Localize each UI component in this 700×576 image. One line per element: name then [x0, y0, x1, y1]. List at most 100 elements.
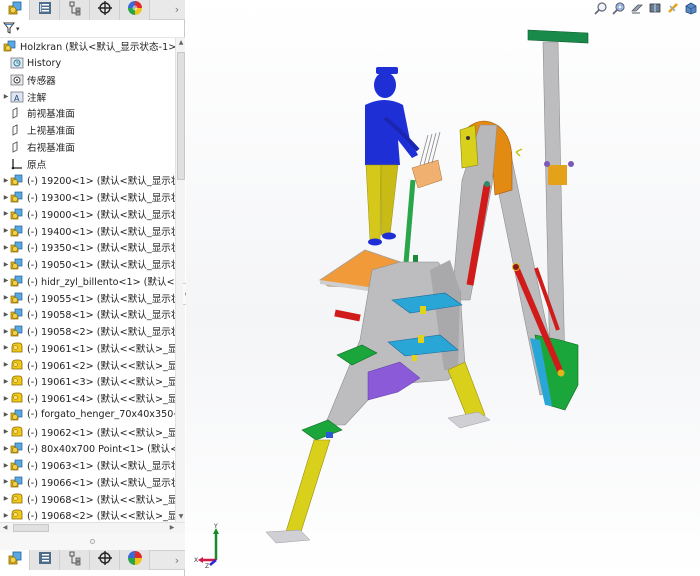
subassembly-icon [10, 324, 24, 338]
expand-arrow-icon[interactable]: ▶ [2, 328, 10, 335]
expand-arrow-icon[interactable]: ▶ [2, 210, 10, 217]
tree-root-item[interactable]: Holzkran (默认<默认_显示状态-1>) [0, 38, 175, 55]
tree-item-label: (-) hidr_zyl_billento<1> (默认<默 [27, 276, 175, 288]
expand-arrow-icon[interactable]: ▶ [2, 462, 10, 469]
expand-arrow-icon[interactable]: ▶ [2, 244, 10, 251]
subassembly-icon [10, 307, 24, 321]
expand-arrow-icon[interactable]: ▶ [2, 227, 10, 234]
expand-arrow-icon[interactable]: ▶ [2, 495, 10, 502]
tree-item[interactable]: ▶ (-) 19068<1> (默认<<默认>_显 [0, 490, 175, 507]
dimxpertmanager-tab[interactable] [90, 0, 120, 20]
tree-item-label: 右视基准面 [27, 142, 75, 154]
subassembly-icon [10, 408, 24, 422]
tree-item-label: 上视基准面 [27, 126, 75, 138]
tree-horizontal-scrollbar[interactable]: ◀ ▶ [0, 522, 185, 533]
subassembly-icon [10, 458, 24, 472]
tree-item[interactable]: ▶ (-) 19061<4> (默认<<默认>_显 [0, 390, 175, 407]
assembly-icon [3, 39, 17, 53]
horizontal-scroll-thumb[interactable] [13, 524, 49, 532]
tree-item-label: (-) 19058<1> (默认<默认_显示状 [27, 310, 175, 322]
tree-item[interactable]: ▶ (-) 19350<1> (默认<默认_显示状 [0, 239, 175, 256]
subassembly-icon [10, 224, 24, 238]
expand-arrow-icon[interactable]: ▶ [2, 361, 10, 368]
expand-arrow-icon[interactable]: ▶ [2, 311, 10, 318]
filter-icon[interactable] [2, 19, 16, 38]
tree-item-label: (-) 80x40x700 Point<1> (默认< [27, 444, 175, 456]
expand-arrow-icon[interactable]: ▶ [2, 428, 10, 435]
configurationmanager-tab-bottom[interactable] [60, 550, 90, 570]
tree-item[interactable]: 传感器 [0, 72, 175, 89]
expand-arrow-icon[interactable]: ▶ [2, 445, 10, 452]
assembly-model-holzkran[interactable] [186, 0, 700, 576]
tree-item[interactable]: ▶ (-) 19061<2> (默认<<默认>_显 [0, 356, 175, 373]
tree-item[interactable]: ▶ (-) 19061<1> (默认<<默认>_显 [0, 340, 175, 357]
tree-item[interactable]: ▶ (-) 19050<1> (默认<默认_显示状 [0, 256, 175, 273]
tree-item-label: (-) 19068<1> (默认<<默认>_显 [27, 494, 175, 506]
expand-arrow-icon[interactable]: ▶ [2, 378, 10, 385]
expand-arrow-icon[interactable]: ▶ [2, 277, 10, 284]
tree-item[interactable]: ▶ (-) 19063<1> (默认<默认_显示状 [0, 457, 175, 474]
tree-item[interactable]: ▶ (-) 19200<1> (默认<默认_显示状 [0, 172, 175, 189]
tree-item[interactable]: 前视基准面 [0, 105, 175, 122]
scroll-up-arrow[interactable]: ▲ [176, 38, 186, 48]
tree-item[interactable]: History [0, 55, 175, 72]
tree-item[interactable]: ▶ (-) 19061<3> (默认<<默认>_显 [0, 373, 175, 390]
tree-item-label: (-) 19068<2> (默认<<默认>_显 [27, 511, 175, 522]
filter-dropdown-caret[interactable]: ▾ [16, 25, 20, 33]
tree-item[interactable]: ▶ (-) hidr_zyl_billento<1> (默认<默 [0, 273, 175, 290]
tree-item-label: (-) 19050<1> (默认<默认_显示状 [27, 260, 175, 272]
tree-item[interactable]: ▶ A 注解 [0, 88, 175, 105]
propertymanager-tab[interactable] [30, 0, 60, 20]
tree-item[interactable]: ▶ (-) 19066<1> (默认<默认_显示状 [0, 474, 175, 491]
tree-item[interactable]: ▶ (-) 19000<1> (默认<默认_显示状 [0, 206, 175, 223]
subassembly-icon [10, 441, 24, 455]
dimxpertmanager-tab-bottom[interactable] [90, 550, 120, 570]
expand-arrow-icon[interactable]: ▶ [2, 512, 10, 519]
configurationmanager-tab[interactable] [60, 0, 90, 20]
tree-item[interactable]: ▶ (-) 19055<1> (默认<默认_显示状 [0, 289, 175, 306]
subassembly-icon [10, 257, 24, 271]
plane-icon [10, 106, 24, 120]
subassembly-icon [10, 475, 24, 489]
featuremanager-tab-bottom[interactable] [0, 550, 30, 570]
expand-arrow-icon[interactable]: ▶ [2, 411, 10, 418]
part-icon [10, 508, 24, 522]
expand-arrow-icon[interactable]: ▶ [2, 395, 10, 402]
expand-arrow-icon[interactable]: ▶ [2, 93, 10, 100]
tree-item[interactable]: ▶ (-) 80x40x700 Point<1> (默认< [0, 440, 175, 457]
panel-tab-bar-bottom: › [0, 550, 185, 570]
origin-icon [10, 157, 24, 171]
scroll-left-arrow[interactable]: ◀ [0, 523, 10, 533]
vertical-scroll-thumb[interactable] [177, 52, 185, 180]
propertymanager-tab-bottom[interactable] [30, 550, 60, 570]
tree-item-label: (-) 19061<3> (默认<<默认>_显 [27, 377, 175, 389]
tree-item[interactable]: 上视基准面 [0, 122, 175, 139]
tree-item[interactable]: ▶ (-) 19062<1> (默认<<默认>_显 [0, 423, 175, 440]
expand-arrow-icon[interactable]: ▶ [2, 344, 10, 351]
panel-splitter[interactable] [0, 533, 185, 550]
tree-vertical-scrollbar[interactable]: ▲ ▼ [175, 38, 185, 522]
more-tabs-button[interactable]: › [169, 3, 185, 16]
tree-item[interactable]: ▶ (-) forgato_henger_70x40x350< [0, 407, 175, 424]
tree-item[interactable]: ▶ (-) 19300<1> (默认<默认_显示状 [0, 189, 175, 206]
scroll-down-arrow[interactable]: ▼ [176, 512, 186, 522]
tree-item[interactable]: 右视基准面 [0, 139, 175, 156]
more-tabs-button-bottom[interactable]: › [169, 554, 185, 567]
scroll-right-arrow[interactable]: ▶ [167, 523, 177, 533]
expand-arrow-icon[interactable]: ▶ [2, 261, 10, 268]
featuremanager-tab[interactable] [0, 0, 30, 20]
expand-arrow-icon[interactable]: ▶ [2, 177, 10, 184]
tree-item-label: (-) 19062<1> (默认<<默认>_显 [27, 427, 175, 439]
plane-icon [10, 123, 24, 137]
displaymanager-tab[interactable] [120, 0, 150, 20]
tree-item[interactable]: ▶ (-) 19068<2> (默认<<默认>_显 [0, 507, 175, 522]
tree-item[interactable]: 原点 [0, 155, 175, 172]
expand-arrow-icon[interactable]: ▶ [2, 194, 10, 201]
expand-arrow-icon[interactable]: ▶ [2, 478, 10, 485]
tree-item[interactable]: ▶ (-) 19400<1> (默认<默认_显示状 [0, 222, 175, 239]
displaymanager-tab-bottom[interactable] [120, 550, 150, 570]
tree-item[interactable]: ▶ (-) 19058<1> (默认<默认_显示状 [0, 306, 175, 323]
graphics-area[interactable]: Y X Z [186, 0, 700, 576]
tree-item[interactable]: ▶ (-) 19058<2> (默认<默认_显示状 [0, 323, 175, 340]
expand-arrow-icon[interactable]: ▶ [2, 294, 10, 301]
